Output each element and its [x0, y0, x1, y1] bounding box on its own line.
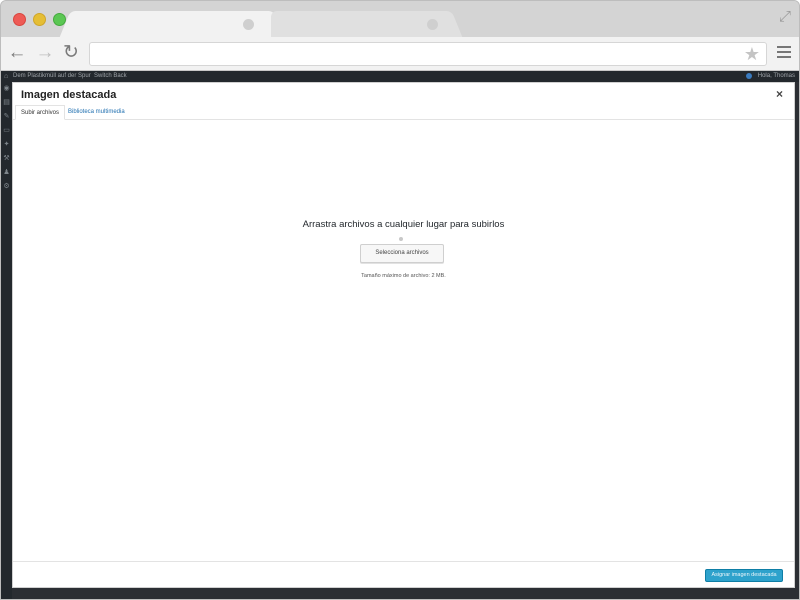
dashboard-icon[interactable]: ◉ — [1, 82, 12, 96]
media-icon[interactable]: ✎ — [1, 110, 12, 124]
hamburger-menu-icon[interactable] — [777, 46, 791, 60]
admin-bar-site-name[interactable]: Dem Plastikmüll auf der Spur — [13, 71, 91, 82]
wp-admin-bar: ⌂ Dem Plastikmüll auf der Spur Switch Ba… — [1, 71, 799, 82]
tab-loading-icon — [243, 19, 254, 30]
settings-icon[interactable]: ⚙ — [1, 180, 12, 194]
modal-tabs: Subir archivos Biblioteca multimedia — [13, 103, 794, 120]
assign-featured-image-button[interactable]: Asignar imagen destacada — [705, 569, 783, 582]
tools-icon[interactable]: ⚒ — [1, 152, 12, 166]
upload-drop-zone[interactable]: Arrastra archivos a cualquier lugar para… — [13, 121, 794, 561]
max-upload-size: Tamaño máximo de archivo: 2 MB. — [361, 273, 446, 279]
admin-bar-switch-back[interactable]: Switch Back — [94, 71, 127, 82]
wp-admin-sidebar: ◉ ▤ ✎ ▭ ✦ ⚒ ♟ ⚙ — [1, 82, 12, 599]
browser-tab-active[interactable] — [73, 11, 271, 37]
browser-tab-new[interactable] — [271, 11, 449, 37]
browser-window: ⤢ ← → ↻ ★ ⌂ Dem Plastikmüll auf der Spur… — [0, 0, 800, 600]
modal-footer: Asignar imagen destacada — [13, 561, 794, 587]
star-icon[interactable]: ★ — [744, 44, 760, 64]
close-window-button[interactable] — [13, 13, 26, 26]
minimize-window-button[interactable] — [33, 13, 46, 26]
posts-icon[interactable]: ▤ — [1, 96, 12, 110]
users-icon[interactable]: ♟ — [1, 166, 12, 180]
browser-toolbar: ← → ↻ ★ — [1, 37, 799, 71]
tab-loading-icon — [427, 19, 438, 30]
upload-instructions: Arrastra archivos a cualquier lugar para… — [302, 219, 505, 230]
avatar — [746, 73, 752, 79]
close-icon[interactable]: × — [776, 87, 783, 101]
home-icon[interactable]: ⌂ — [4, 71, 8, 82]
reload-icon[interactable]: ↻ — [61, 43, 81, 63]
comments-icon[interactable]: ✦ — [1, 138, 12, 152]
browser-titlebar: ⤢ — [1, 1, 799, 37]
arrow-right-icon[interactable]: → — [35, 43, 55, 63]
tab-upload-files[interactable]: Subir archivos — [15, 105, 66, 120]
address-bar[interactable]: ★ — [89, 42, 767, 66]
tab-media-library[interactable]: Biblioteca multimedia — [63, 105, 130, 120]
arrow-left-icon[interactable]: ← — [7, 43, 27, 63]
select-files-button[interactable]: Selecciona archivos — [360, 244, 444, 263]
modal-title: Imagen destacada — [21, 89, 117, 101]
expand-icon[interactable]: ⤢ — [777, 9, 793, 25]
pages-icon[interactable]: ▭ — [1, 124, 12, 138]
featured-image-modal: Imagen destacada × Subir archivos Biblio… — [12, 82, 795, 588]
admin-bar-greeting[interactable]: Hola, Thomas — [758, 71, 795, 82]
spinner-icon — [399, 237, 403, 241]
